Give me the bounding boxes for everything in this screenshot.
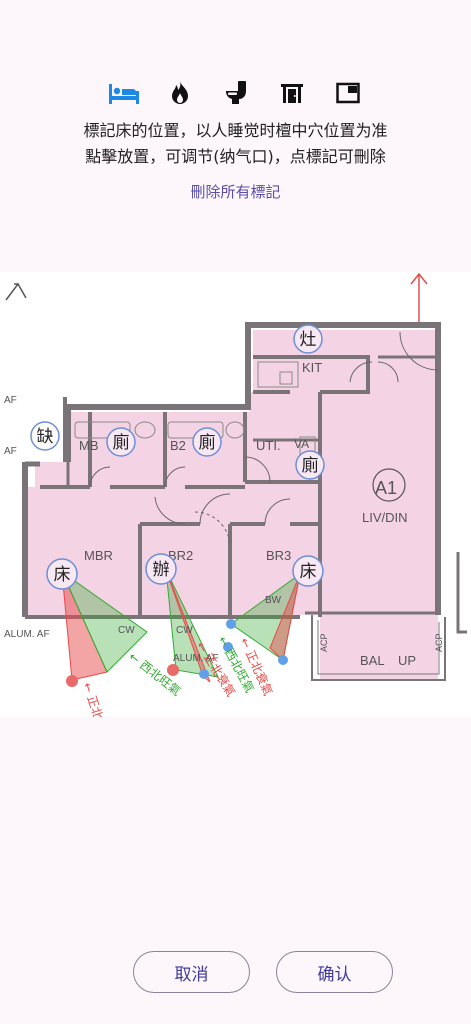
room-label-mb: MB	[79, 438, 99, 453]
office-marker-label: 辦	[153, 560, 170, 580]
room-label-bal: BAL	[360, 653, 385, 668]
cancel-button[interactable]: 取消	[133, 951, 250, 993]
acp-label-left: ACP	[319, 633, 329, 652]
annotation-north-1: ← 正北衰氣	[80, 680, 113, 717]
cw-label-2: CW	[176, 625, 193, 636]
toilet-marker-2-label: 廁	[199, 432, 216, 453]
room-label-br3: BR3	[266, 548, 291, 563]
bed-marker-1: 床	[46, 558, 78, 590]
window-icon	[335, 82, 360, 104]
bed-marker-2-label: 床	[300, 562, 317, 582]
toilet-marker-3: 廁	[295, 450, 325, 480]
toilet-marker-1-label: 廁	[113, 432, 130, 453]
alum-af-label-left: ALUM. AF	[4, 629, 50, 640]
window-tool-button[interactable]	[331, 78, 365, 108]
compass-icon	[5, 282, 27, 301]
toilet-marker-2: 廁	[192, 427, 222, 457]
north-arrow-icon	[410, 272, 428, 325]
toilet-marker-1: 廁	[106, 427, 136, 457]
acp-label-right: ACP	[434, 633, 444, 652]
stove-marker: 灶	[293, 324, 323, 354]
marker-type-toolbar	[0, 78, 471, 108]
missing-corner-marker: 缺	[30, 421, 60, 451]
delete-all-markers-link[interactable]: 刪除所有標記	[0, 181, 471, 202]
toilet-marker-3-label: 廁	[302, 455, 319, 476]
fire-tool-button[interactable]	[163, 78, 197, 108]
fire-icon	[171, 81, 188, 104]
floorplan-drawing: KIT MB B2 UTI. VA A1 LIV/DIN MBR BR2 BR3…	[4, 272, 467, 717]
confirm-button[interactable]: 确认	[276, 951, 393, 993]
stove-marker-label: 灶	[300, 330, 317, 350]
bed-icon	[108, 84, 139, 104]
room-label-mbr: MBR	[84, 548, 113, 563]
room-label-kit: KIT	[302, 360, 322, 375]
missing-corner-marker-label: 缺	[37, 427, 54, 447]
door-tool-button[interactable]	[275, 78, 309, 108]
room-label-va: VA	[294, 437, 309, 451]
instruction-line-1: 標記床的位置，以人睡觉时檀中穴位置为准	[83, 121, 388, 140]
cw-label-1: CW	[118, 625, 135, 636]
instruction-text: 標記床的位置，以人睡觉时檀中穴位置为准 點擊放置，可调节(纳气口)，点標記可刪除	[0, 118, 471, 170]
room-label-liv-din: LIV/DIN	[362, 510, 408, 525]
door-icon	[280, 84, 303, 103]
room-label-up: UP	[398, 653, 416, 668]
bw-label: BW	[265, 595, 282, 606]
instruction-line-2: 點擊放置，可调节(纳气口)，点標記可刪除	[85, 147, 386, 166]
bed-marker-2: 床	[292, 555, 324, 587]
toilet-icon	[225, 81, 246, 104]
af-label-2: AF	[4, 446, 17, 457]
bed-marker-1-label: 床	[54, 565, 71, 585]
af-label-1: AF	[4, 395, 17, 406]
toilet-tool-button[interactable]	[219, 78, 253, 108]
room-label-uti: UTI.	[256, 438, 281, 453]
room-label-b2: B2	[170, 438, 186, 453]
office-marker: 辦	[145, 553, 177, 585]
bed-tool-button[interactable]	[107, 78, 141, 108]
unit-label: A1	[375, 478, 397, 498]
floorplan-canvas[interactable]: KIT MB B2 UTI. VA A1 LIV/DIN MBR BR2 BR3…	[0, 272, 471, 717]
